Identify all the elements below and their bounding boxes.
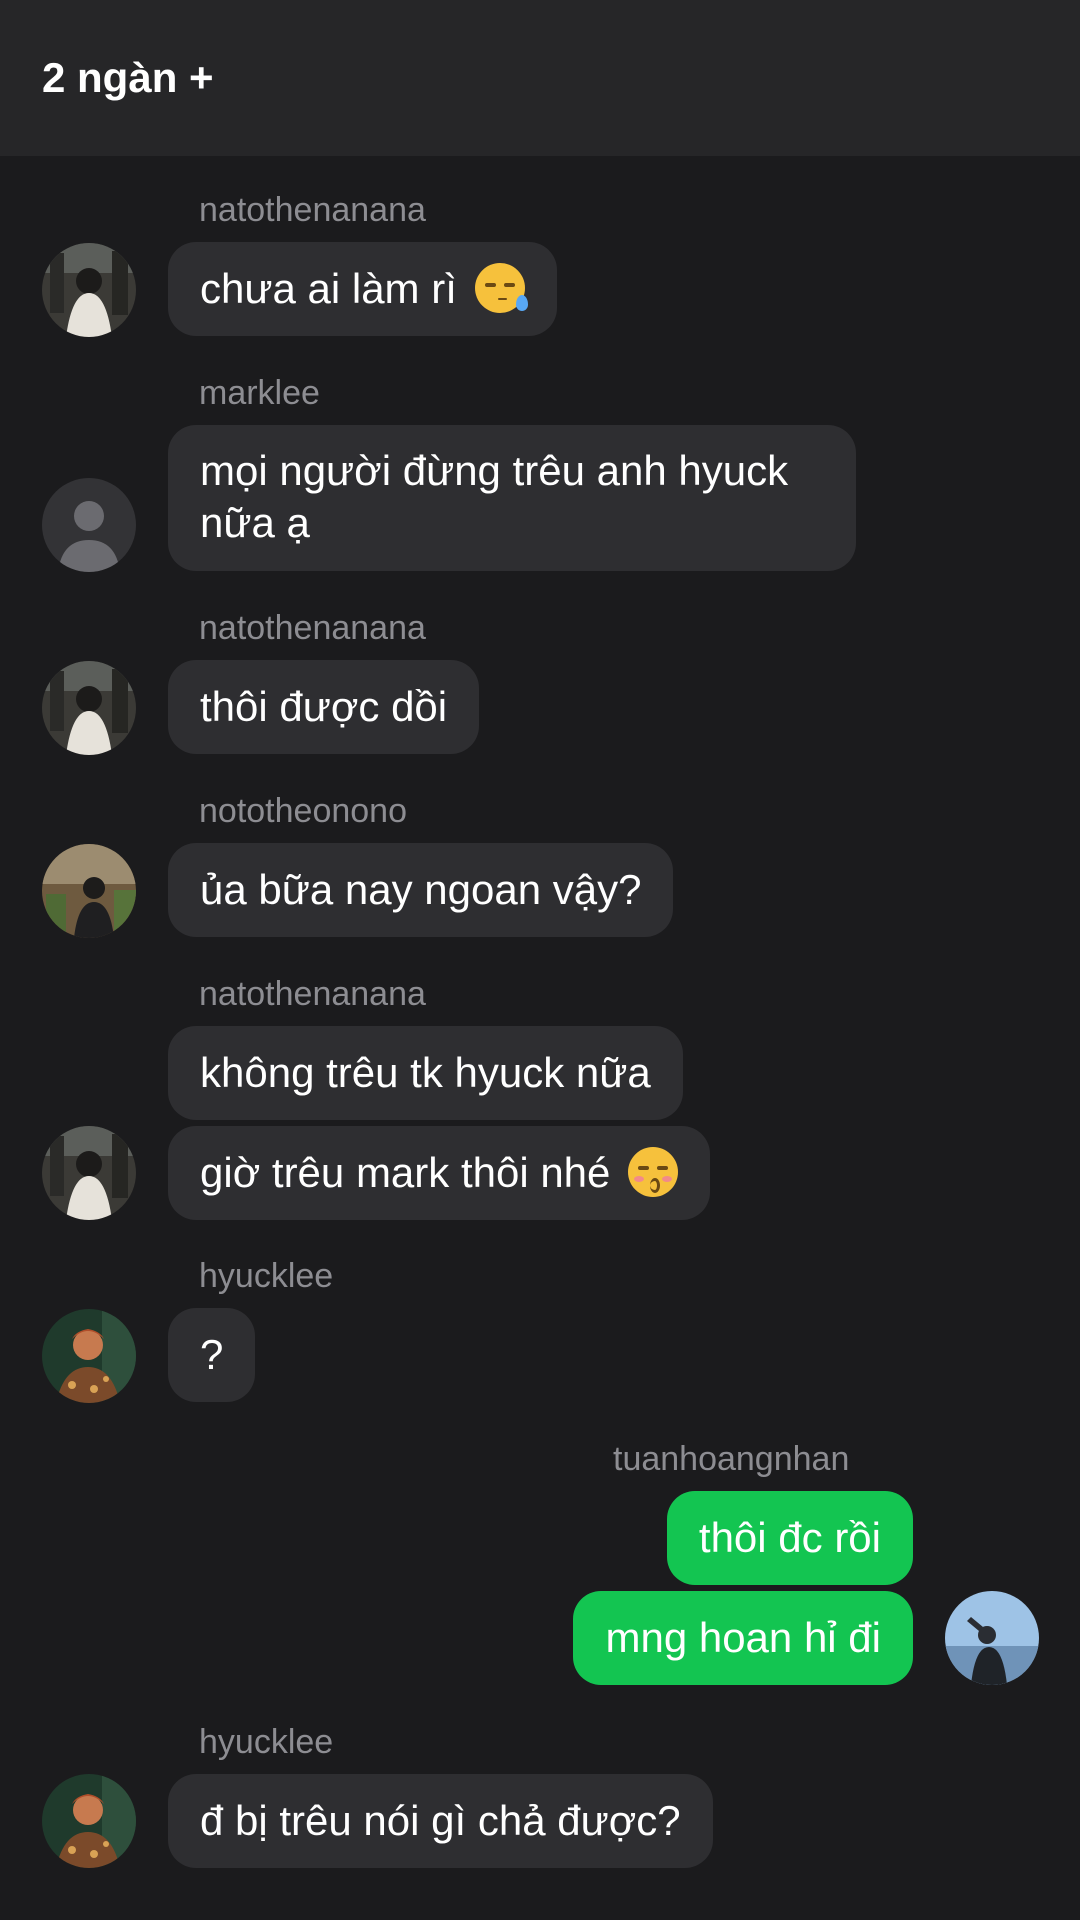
message-bubble[interactable]: mọi người đừng trêu anh hyuck nữa ạ bbox=[168, 425, 856, 571]
message-bubble[interactable]: đ bị trêu nói gì chả được? bbox=[168, 1774, 713, 1868]
sender-name: natothenanana bbox=[199, 191, 426, 229]
message-text: thôi đc rồi bbox=[698, 1514, 881, 1561]
sender-name: tuanhoangnhan bbox=[613, 1440, 850, 1478]
avatar[interactable] bbox=[42, 844, 136, 938]
message-text: mng hoan hỉ đi bbox=[605, 1614, 881, 1661]
avatar[interactable] bbox=[42, 243, 136, 337]
message-text: chưa ai làm rì bbox=[200, 265, 457, 312]
message-bubble[interactable]: giờ trêu mark thôi nhé bbox=[168, 1126, 711, 1220]
sender-name: hyucklee bbox=[199, 1723, 334, 1761]
avatar[interactable] bbox=[42, 661, 136, 755]
chat-title[interactable]: 2 ngàn + bbox=[42, 52, 214, 104]
message-text: mọi người đừng trêu anh hyuck nữa ạ bbox=[200, 447, 789, 546]
avatar[interactable] bbox=[42, 1309, 136, 1403]
avatar[interactable] bbox=[42, 1126, 136, 1220]
chat-header: 2 ngàn + bbox=[0, 0, 1080, 156]
message-text: ? bbox=[200, 1331, 224, 1378]
message-text: giờ trêu mark thôi nhé bbox=[200, 1149, 611, 1196]
default-avatar-icon[interactable] bbox=[42, 478, 136, 572]
message-text: ủa bữa nay ngoan vậy? bbox=[200, 866, 642, 913]
sender-name: hyucklee bbox=[199, 1257, 334, 1295]
my-avatar[interactable] bbox=[945, 1591, 1039, 1685]
sender-name: nototheonono bbox=[199, 792, 407, 830]
message-bubble[interactable]: chưa ai làm rì bbox=[168, 242, 557, 336]
sleepy-face-emoji bbox=[474, 262, 528, 313]
my-message-bubble[interactable]: thôi đc rồi bbox=[666, 1491, 913, 1585]
sender-name: natothenanana bbox=[199, 609, 426, 647]
message-text: thôi được dồi bbox=[200, 683, 448, 730]
message-bubble[interactable]: ? bbox=[168, 1308, 256, 1402]
message-text: đ bị trêu nói gì chả được? bbox=[200, 1797, 681, 1844]
sender-name: natothenanana bbox=[199, 975, 426, 1013]
kissing-face-emoji bbox=[628, 1146, 679, 1197]
avatar[interactable] bbox=[42, 1774, 136, 1868]
message-bubble[interactable]: ủa bữa nay ngoan vậy? bbox=[168, 843, 674, 937]
message-bubble[interactable]: không trêu tk hyuck nữa bbox=[168, 1026, 683, 1120]
message-bubble[interactable]: thôi được dồi bbox=[168, 660, 480, 754]
my-message-bubble[interactable]: mng hoan hỉ đi bbox=[573, 1591, 913, 1685]
sender-name: marklee bbox=[199, 374, 320, 412]
message-text: không trêu tk hyuck nữa bbox=[200, 1049, 651, 1096]
